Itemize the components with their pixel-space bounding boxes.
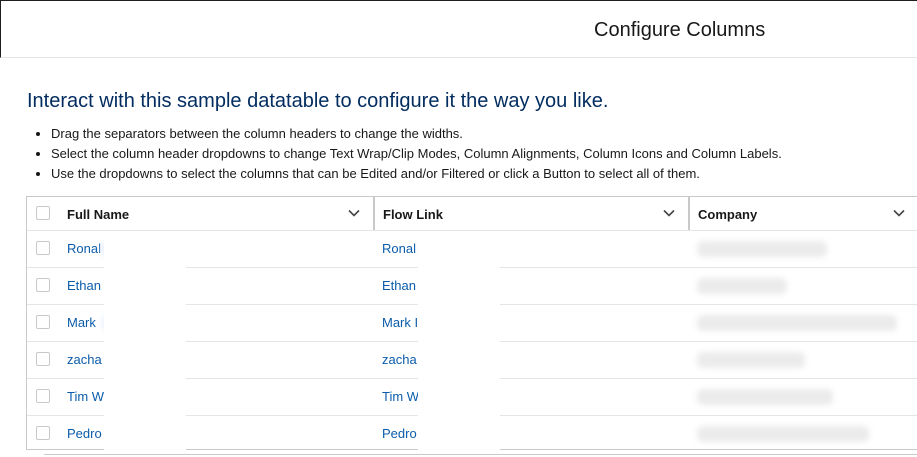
chevron-down-icon[interactable] <box>892 206 906 220</box>
row-checkbox[interactable] <box>36 241 50 255</box>
column-header-label: Company <box>698 207 758 222</box>
flow-link[interactable]: Ronal <box>382 231 416 267</box>
flow-link[interactable]: Ethan <box>382 268 416 304</box>
redacted-company <box>697 278 787 294</box>
full-name-link[interactable]: Mark <box>67 305 96 341</box>
full-name-link[interactable]: zacha <box>67 342 102 378</box>
instruction-item: Drag the separators between the column h… <box>51 126 782 146</box>
column-header-label: Full Name <box>67 207 130 222</box>
redaction-mask <box>418 234 500 450</box>
flow-link[interactable]: Pedro <box>382 416 417 449</box>
redacted-company <box>697 389 833 405</box>
flow-link[interactable]: zacha <box>382 342 417 378</box>
row-checkbox[interactable] <box>36 315 50 329</box>
redacted-company <box>697 315 897 331</box>
row-checkbox[interactable] <box>36 389 50 403</box>
flow-link[interactable]: Mark I <box>382 305 418 341</box>
redacted-company <box>697 352 805 368</box>
chevron-down-icon[interactable] <box>662 206 676 220</box>
column-header-label: Flow Link <box>383 207 443 222</box>
instructions-list: Drag the separators between the column h… <box>33 126 782 186</box>
instruction-item: Use the dropdowns to select the columns … <box>51 166 782 186</box>
full-name-link[interactable]: Ronal <box>67 231 101 267</box>
chevron-down-icon[interactable] <box>347 206 361 220</box>
instruction-item: Select the column header dropdowns to ch… <box>51 146 782 166</box>
table-header: Full Name Flow Link Company <box>27 197 917 231</box>
modal-title: Configure Columns <box>594 19 766 41</box>
column-header-company[interactable]: Company <box>690 197 917 230</box>
redacted-company <box>697 241 827 257</box>
intro-heading: Interact with this sample datatable to c… <box>27 90 609 112</box>
column-header-full-name[interactable]: Full Name <box>27 197 373 230</box>
flow-link[interactable]: Tim W <box>382 379 419 415</box>
column-header-flow-link[interactable]: Flow Link <box>375 197 688 230</box>
full-name-link[interactable]: Pedro <box>67 416 102 449</box>
full-name-link[interactable]: Ethan <box>67 268 101 304</box>
row-checkbox[interactable] <box>36 426 50 440</box>
full-name-link[interactable]: Tim W <box>67 379 104 415</box>
redacted-company <box>697 426 869 442</box>
row-checkbox[interactable] <box>36 352 50 366</box>
row-checkbox[interactable] <box>36 278 50 292</box>
modal-header: Configure Columns <box>0 0 917 58</box>
redaction-mask <box>104 234 186 450</box>
